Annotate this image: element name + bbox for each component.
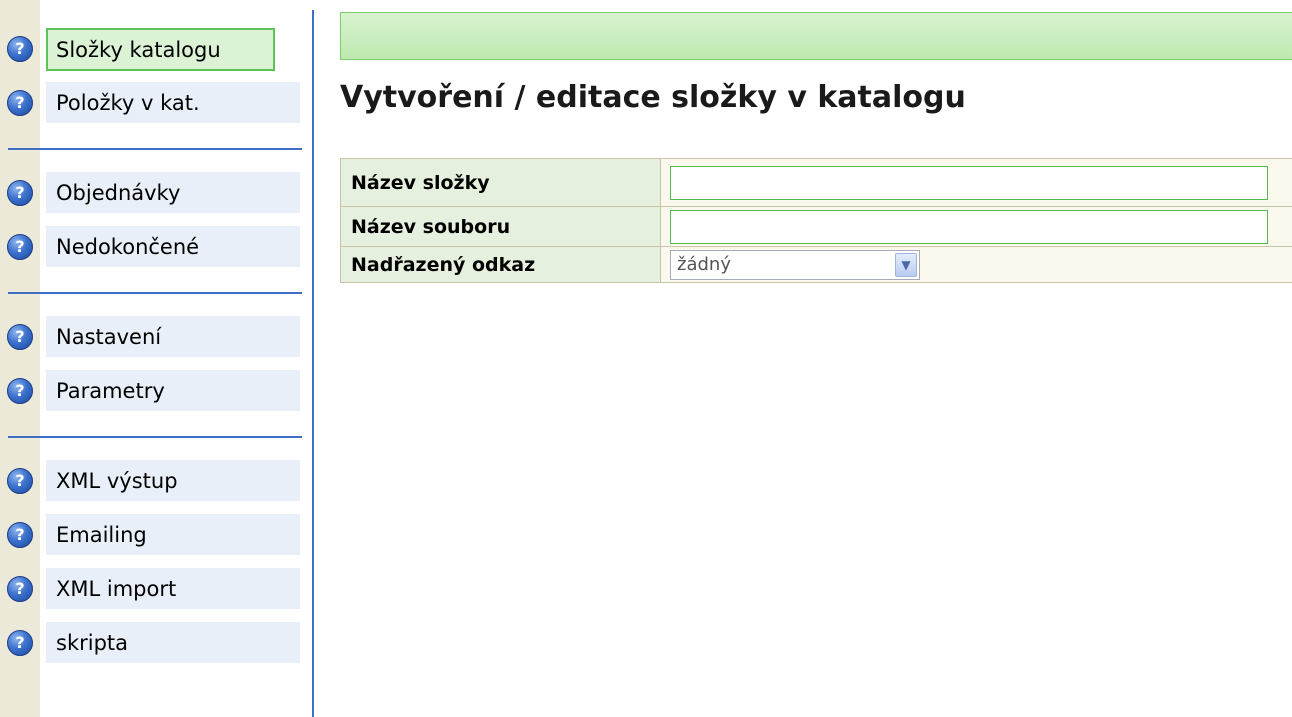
sidebar-item-skripta[interactable]: skripta	[46, 622, 300, 663]
sidebar-item-label: skripta	[56, 630, 129, 655]
file-name-label: Název souboru	[340, 206, 661, 247]
sidebar-item-label: Položky v kat.	[56, 90, 200, 115]
sidebar-separator	[8, 148, 302, 150]
help-icon[interactable]: ?	[7, 90, 33, 116]
form-row: Název složky	[340, 158, 1292, 207]
help-icon[interactable]: ?	[7, 468, 33, 494]
sidebar-item-nastaveni[interactable]: Nastavení	[46, 316, 300, 357]
help-icon[interactable]: ?	[7, 324, 33, 350]
sidebar-item-xml-vystup[interactable]: XML výstup	[46, 460, 300, 501]
form-row: Nadřazený odkaz žádný ▼	[340, 246, 1292, 283]
file-name-cell	[660, 206, 1292, 247]
help-icon[interactable]: ?	[7, 522, 33, 548]
folder-form: Název složky Název souboru Nadřazený odk…	[340, 158, 1292, 283]
sidebar-item-label: Parametry	[56, 378, 165, 403]
folder-name-cell	[660, 158, 1292, 207]
sidebar-divider	[312, 10, 314, 717]
folder-name-input[interactable]	[670, 165, 1268, 200]
sidebar-separator	[8, 436, 302, 438]
sidebar-item-label: Emailing	[56, 522, 147, 547]
parent-link-label: Nadřazený odkaz	[340, 246, 661, 283]
sidebar-item-polozky[interactable]: Položky v kat.	[46, 82, 300, 123]
sidebar-item-parametry[interactable]: Parametry	[46, 370, 300, 411]
help-icon[interactable]: ?	[7, 180, 33, 206]
parent-link-selected: žádný	[677, 253, 731, 275]
sidebar-item-label: Nastavení	[56, 324, 162, 349]
help-icon[interactable]: ?	[7, 576, 33, 602]
sidebar-item-objednavky[interactable]: Objednávky	[46, 172, 300, 213]
parent-link-cell: žádný ▼	[660, 246, 1292, 283]
sidebar-separator	[8, 292, 302, 294]
help-icon[interactable]: ?	[7, 36, 33, 62]
file-name-input[interactable]	[670, 209, 1268, 244]
top-banner	[340, 12, 1292, 60]
help-icon[interactable]: ?	[7, 234, 33, 260]
help-icon[interactable]: ?	[7, 378, 33, 404]
parent-link-select[interactable]: žádný ▼	[670, 249, 920, 280]
sidebar-item-xml-import[interactable]: XML import	[46, 568, 300, 609]
folder-name-label: Název složky	[340, 158, 661, 207]
page-title: Vytvoření / editace složky v katalogu	[340, 80, 966, 115]
sidebar-item-label: XML import	[56, 576, 177, 601]
help-icon[interactable]: ?	[7, 630, 33, 656]
sidebar-item-label: XML výstup	[56, 468, 178, 493]
sidebar-item-emailing[interactable]: Emailing	[46, 514, 300, 555]
sidebar-item-nedokoncene[interactable]: Nedokončené	[46, 226, 300, 267]
sidebar-item-label: Složky katalogu	[56, 37, 221, 62]
sidebar-item-label: Objednávky	[56, 180, 181, 205]
chevron-down-icon[interactable]: ▼	[895, 252, 917, 277]
sidebar-item-label: Nedokončené	[56, 234, 200, 259]
form-row: Název souboru	[340, 206, 1292, 247]
sidebar-item-slozky-katalogu[interactable]: Složky katalogu	[46, 28, 275, 71]
